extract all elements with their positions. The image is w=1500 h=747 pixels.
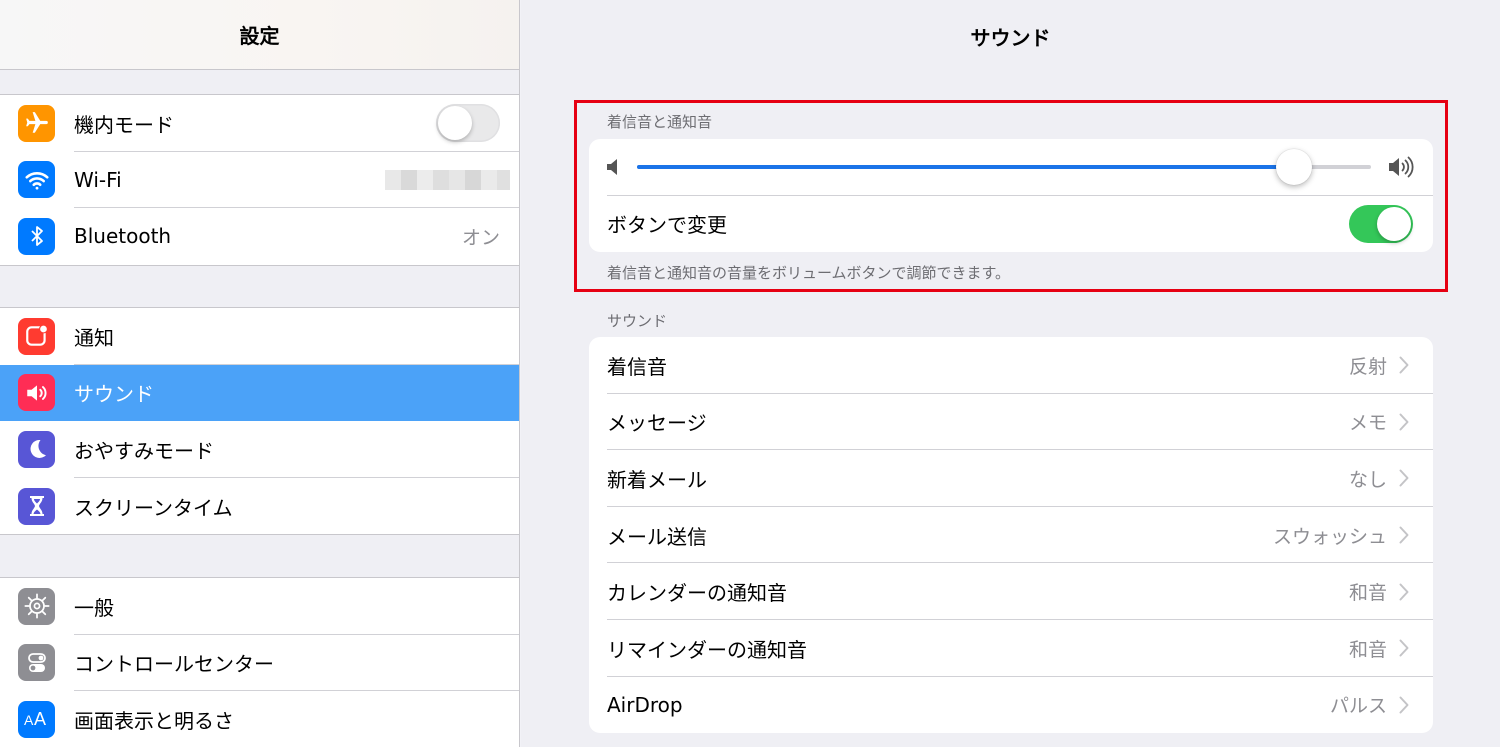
chevron-right-icon (1399, 525, 1413, 545)
sidebar-item-bluetooth[interactable]: Bluetooth オン (0, 208, 519, 265)
sidebar-item-label: スクリーンタイム (74, 495, 233, 520)
hourglass-icon (18, 487, 55, 525)
row-label: メッセージ (607, 411, 707, 436)
wifi-network-name-redacted (385, 169, 510, 190)
sidebar-item-general[interactable]: 一般 (0, 578, 519, 635)
sidebar-item-label: 通知 (74, 325, 114, 350)
chevron-right-icon (1399, 638, 1413, 658)
sidebar-item-label: 画面表示と明るさ (74, 708, 234, 733)
row-label: 着信音 (607, 354, 667, 379)
bluetooth-status-value: オン (461, 226, 500, 249)
sidebar-item-display-brightness[interactable]: AA 画面表示と明るさ (0, 691, 519, 747)
sidebar-header: 設定 (0, 0, 519, 70)
sidebar-item-label: コントロールセンター (74, 652, 274, 677)
text-size-icon: AA (18, 700, 55, 738)
row-label: メール送信 (607, 524, 707, 549)
sidebar-item-label: Bluetooth (74, 224, 172, 249)
moon-icon (18, 430, 55, 468)
sidebar-item-screen-time[interactable]: スクリーンタイム (0, 478, 519, 535)
sound-row-calendar-alerts[interactable]: カレンダーの通知音 和音 (589, 563, 1433, 620)
row-label: AirDrop (607, 692, 683, 717)
sound-row-reminder-alerts[interactable]: リマインダーの通知音 和音 (589, 620, 1433, 677)
sidebar-group-general: 一般 コントロールセンター AA 画面表示と明るさ (0, 577, 519, 747)
change-with-buttons-row: ボタンで変更 (589, 196, 1433, 253)
switches-icon (18, 644, 55, 682)
row-value: メモ (1348, 412, 1387, 435)
row-value: 反射 (1348, 355, 1387, 378)
sidebar: 設定 機内モード Wi-Fi Bluetooth オン 通知 サウンド おやすみ… (0, 0, 520, 747)
main-panel: サウンド 着信音と通知音 ボタンで変更 着信音と通知音の音量をボリュームボタンで… (521, 0, 1500, 747)
sound-row-new-mail[interactable]: 新着メール なし (589, 450, 1433, 507)
ringer-volume-row (589, 139, 1433, 196)
sound-row-airdrop[interactable]: AirDrop パルス (589, 677, 1433, 734)
svg-text:A: A (34, 709, 46, 729)
wifi-icon (18, 161, 55, 199)
slider-knob[interactable] (1275, 149, 1312, 186)
ringer-card: ボタンで変更 (589, 139, 1433, 253)
sounds-section-header: サウンド (607, 312, 668, 330)
row-label: 新着メール (607, 467, 707, 492)
row-label: カレンダーの通知音 (607, 581, 787, 606)
row-value: 和音 (1348, 582, 1387, 605)
sounds-card: 着信音 反射 メッセージ メモ 新着メール なし メール送信 スウォッシュ カレ… (589, 337, 1433, 734)
sidebar-group-connectivity: 機内モード Wi-Fi Bluetooth オン (0, 94, 519, 266)
chevron-right-icon (1399, 582, 1413, 602)
sidebar-item-label: 機内モード (74, 112, 174, 137)
sidebar-item-notifications[interactable]: 通知 (0, 308, 519, 365)
sidebar-item-sounds[interactable]: サウンド (0, 364, 519, 422)
chevron-right-icon (1399, 412, 1413, 432)
sound-row-text-tone[interactable]: メッセージ メモ (589, 394, 1433, 451)
page-title: サウンド (970, 25, 1051, 50)
row-label: リマインダーの通知音 (607, 637, 807, 662)
sidebar-group-notifications: 通知 サウンド おやすみモード スクリーンタイム (0, 307, 519, 536)
sound-row-sent-mail[interactable]: メール送信 スウォッシュ (589, 507, 1433, 564)
row-value: パルス (1329, 695, 1387, 718)
sidebar-item-do-not-disturb[interactable]: おやすみモード (0, 421, 519, 478)
volume-low-icon (605, 157, 621, 177)
row-value: スウォッシュ (1272, 525, 1387, 548)
ringer-section-header: 着信音と通知音 (607, 113, 713, 131)
speaker-icon (18, 374, 55, 412)
sidebar-item-label: サウンド (74, 382, 154, 407)
main-header: サウンド (521, 0, 1500, 72)
sidebar-title: 設定 (239, 24, 280, 48)
sidebar-item-label: 一般 (74, 595, 114, 620)
chevron-right-icon (1399, 355, 1413, 375)
chevron-right-icon (1399, 468, 1413, 488)
airplane-icon (18, 104, 55, 142)
sidebar-item-label: Wi-Fi (74, 167, 122, 192)
sound-row-ringtone[interactable]: 着信音 反射 (589, 337, 1433, 394)
row-value: 和音 (1348, 638, 1387, 661)
change-with-buttons-label: ボタンで変更 (607, 213, 727, 238)
gear-icon (18, 587, 55, 625)
sidebar-item-wifi[interactable]: Wi-Fi (0, 152, 519, 209)
airplane-mode-toggle[interactable] (436, 104, 500, 143)
sidebar-item-label: おやすみモード (74, 438, 214, 463)
notification-icon (18, 317, 55, 355)
sidebar-item-airplane-mode[interactable]: 機内モード (0, 95, 519, 152)
volume-high-icon (1387, 155, 1415, 179)
row-value: なし (1348, 468, 1387, 491)
bluetooth-icon (18, 217, 55, 255)
svg-text:A: A (24, 712, 34, 728)
sidebar-item-control-center[interactable]: コントロールセンター (0, 635, 519, 692)
chevron-right-icon (1399, 695, 1413, 715)
ringer-section-footer: 着信音と通知音の音量をボリュームボタンで調節できます。 (607, 264, 1011, 282)
ringer-volume-slider[interactable] (637, 149, 1371, 186)
change-with-buttons-toggle[interactable] (1349, 204, 1413, 243)
